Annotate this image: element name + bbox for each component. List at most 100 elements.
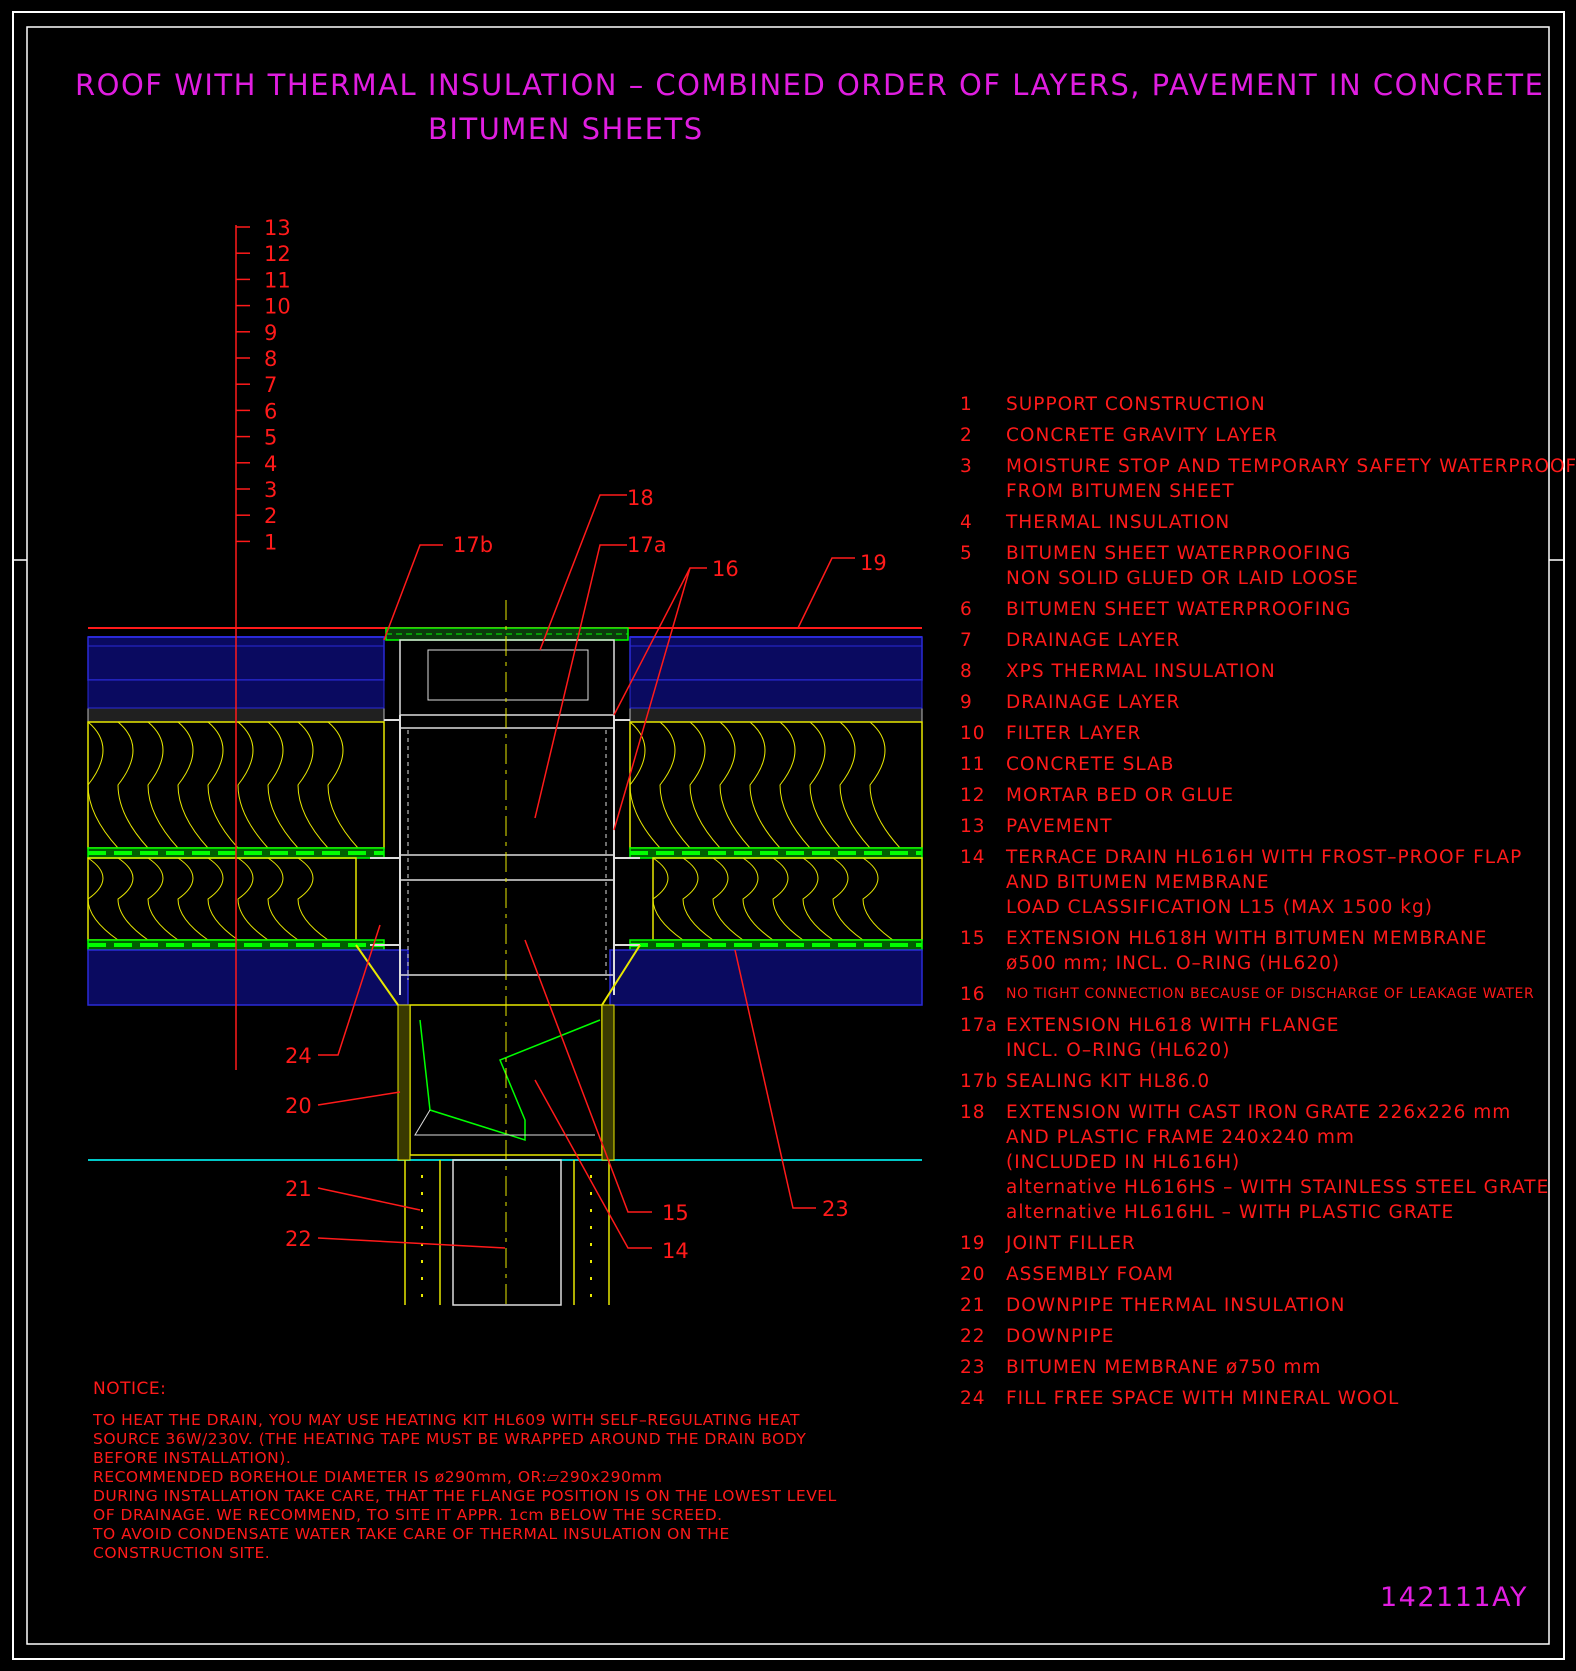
legend-text: DOWNPIPE — [1006, 1326, 1115, 1347]
drawing-title-line1: ROOF WITH THERMAL INSULATION – COMBINED … — [75, 68, 1545, 102]
legend-text: XPS THERMAL INSULATION — [1006, 661, 1276, 682]
legend-number: 17b — [960, 1071, 999, 1092]
drawing-code: 142111AY — [1380, 1582, 1528, 1613]
scale-label: 11 — [264, 268, 291, 292]
legend-number: 24 — [960, 1388, 986, 1409]
legend-text: AND BITUMEN MEMBRANE — [1006, 872, 1270, 893]
notice-text: TO HEAT THE DRAIN, YOU MAY USE HEATING K… — [93, 1411, 853, 1563]
legend-number: 4 — [960, 512, 973, 533]
legend-item: 6 BITUMEN SHEET WATERPROOFING — [960, 597, 1550, 622]
legend-number: 21 — [960, 1295, 986, 1316]
callout-19: 19 — [860, 551, 887, 575]
legend-text: DRAINAGE LAYER — [1006, 692, 1181, 713]
legend-number: 6 — [960, 599, 973, 620]
legend-item: 3 MOISTURE STOP AND TEMPORARY SAFETY WATE… — [960, 454, 1576, 504]
legend-item: 19 JOINT FILLER — [960, 1231, 1550, 1256]
legend-item: 15 EXTENSION HL618H WITH BITUMEN MEMBRANE… — [960, 926, 1550, 976]
legend-item: 18 EXTENSION WITH CAST IRON GRATE 226x226… — [960, 1100, 1550, 1225]
legend-text: INCL. O–RING (HL620) — [1006, 1040, 1231, 1061]
legend-item: 14 TERRACE DRAIN HL616H WITH FROST–PROOF … — [960, 845, 1550, 920]
notice-line: DURING INSTALLATION TAKE CARE, THAT THE … — [93, 1487, 837, 1505]
callout-24: 24 — [285, 1044, 312, 1068]
callout-17b: 17b — [453, 533, 493, 557]
legend-text: FILL FREE SPACE WITH MINERAL WOOL — [1006, 1388, 1400, 1409]
legend-item: 9 DRAINAGE LAYER — [960, 690, 1550, 715]
upper-insulation — [87, 721, 923, 849]
legend-text: AND PLASTIC FRAME 240x240 mm — [1006, 1127, 1355, 1148]
legend-text: SUPPORT CONSTRUCTION — [1006, 394, 1266, 415]
legend-list: 1 SUPPORT CONSTRUCTION 2 CONCRETE GRAVITY L… — [960, 392, 1576, 1417]
legend-text: NON SOLID GLUED OR LAID LOOSE — [1006, 568, 1359, 589]
notice-line: BEFORE INSTALLATION). — [93, 1449, 292, 1467]
concrete-band-top — [87, 636, 923, 681]
scale-label: 7 — [264, 373, 277, 397]
notice-line: CONSTRUCTION SITE. — [93, 1544, 271, 1562]
callout-21: 21 — [285, 1177, 312, 1201]
legend-item: 21 DOWNPIPE THERMAL INSULATION — [960, 1293, 1550, 1318]
scale-label: 12 — [264, 242, 291, 266]
legend-number: 13 — [960, 816, 986, 837]
section-drawing: 13121110987654321 18 17b 17a 16 19 24 20 — [87, 216, 923, 1306]
callout-22: 22 — [285, 1227, 312, 1251]
legend-text: CONCRETE GRAVITY LAYER — [1006, 425, 1278, 446]
legend-number: 2 — [960, 425, 973, 446]
legend-text: CONCRETE SLAB — [1006, 754, 1175, 775]
legend-text: BITUMEN SHEET WATERPROOFING — [1006, 599, 1352, 620]
legend-number: 15 — [960, 928, 986, 949]
legend-number: 16 — [960, 984, 986, 1005]
legend-number: 11 — [960, 754, 986, 775]
legend-text: alternative HL616HS – WITH STAINLESS STE… — [1006, 1177, 1550, 1198]
legend-item: 7 DRAINAGE LAYER — [960, 628, 1550, 653]
legend-number: 9 — [960, 692, 973, 713]
legend-item: 4 THERMAL INSULATION — [960, 510, 1550, 535]
legend-text: DRAINAGE LAYER — [1006, 630, 1181, 651]
drainage-layer-middle — [87, 847, 923, 859]
callout-20: 20 — [285, 1094, 312, 1118]
callout-15: 15 — [662, 1201, 689, 1225]
legend-text: FILTER LAYER — [1006, 723, 1142, 744]
legend-number: 3 — [960, 456, 973, 477]
legend-text: MOISTURE STOP AND TEMPORARY SAFETY WATER… — [1006, 456, 1576, 477]
legend-number: 14 — [960, 847, 986, 868]
lower-insulation — [87, 857, 923, 941]
legend-number: 10 — [960, 723, 986, 744]
legend-text: THERMAL INSULATION — [1006, 512, 1231, 533]
legend-item: 17a EXTENSION HL618 WITH FLANGE INCL. O–RI… — [960, 1013, 1550, 1063]
legend-item: 13 PAVEMENT — [960, 814, 1550, 839]
legend-item: 1 SUPPORT CONSTRUCTION — [960, 392, 1550, 417]
legend-text: (INCLUDED IN HL616H) — [1006, 1152, 1241, 1173]
legend-item: 17b SEALING KIT HL86.0 — [960, 1069, 1550, 1094]
notice-line: TO HEAT THE DRAIN, YOU MAY USE HEATING K… — [93, 1411, 800, 1429]
scale-label: 10 — [264, 295, 291, 319]
legend-text: BITUMEN MEMBRANE ø750 mm — [1006, 1357, 1322, 1378]
notice-line: SOURCE 36W/230V. (THE HEATING TAPE MUST … — [93, 1430, 807, 1448]
legend-text: LOAD CLASSIFICATION L15 (MAX 1500 kg) — [1006, 897, 1433, 918]
scale-label: 9 — [264, 321, 277, 345]
notice-line: OF DRAINAGE. WE RECOMMEND, TO SITE IT AP… — [93, 1506, 723, 1524]
scale-label: 1 — [264, 530, 277, 554]
callout-17a: 17a — [627, 533, 667, 557]
legend-text: SEALING KIT HL86.0 — [1006, 1071, 1211, 1092]
legend-text: JOINT FILLER — [1006, 1233, 1136, 1254]
scale-label: 5 — [264, 426, 277, 450]
legend-text: TERRACE DRAIN HL616H WITH FROST–PROOF FL… — [1006, 847, 1523, 868]
legend-number: 20 — [960, 1264, 986, 1285]
callout-14: 14 — [662, 1239, 689, 1263]
legend-item: 22 DOWNPIPE — [960, 1324, 1550, 1349]
legend-item: 23 BITUMEN MEMBRANE ø750 mm — [960, 1355, 1550, 1380]
notice-block: NOTICE: TO HEAT THE DRAIN, YOU MAY USE H… — [93, 1380, 853, 1563]
legend-text: MORTAR BED OR GLUE — [1006, 785, 1235, 806]
legend-number: 5 — [960, 543, 973, 564]
drawing-title-line2: BITUMEN SHEETS — [428, 112, 704, 146]
callout-23: 23 — [822, 1197, 849, 1221]
legend-text: DOWNPIPE THERMAL INSULATION — [1006, 1295, 1346, 1316]
scale-label: 8 — [264, 347, 277, 371]
legend-number: 19 — [960, 1233, 986, 1254]
scale-label: 6 — [264, 399, 277, 423]
legend-text: PAVEMENT — [1006, 816, 1113, 837]
legend-number: 23 — [960, 1357, 986, 1378]
legend-number: 12 — [960, 785, 986, 806]
legend-item: 24 FILL FREE SPACE WITH MINERAL WOOL — [960, 1386, 1550, 1411]
notice-line: TO AVOID CONDENSATE WATER TAKE CARE OF T… — [93, 1525, 730, 1543]
legend-text: EXTENSION WITH CAST IRON GRATE 226x226 m… — [1006, 1102, 1512, 1123]
